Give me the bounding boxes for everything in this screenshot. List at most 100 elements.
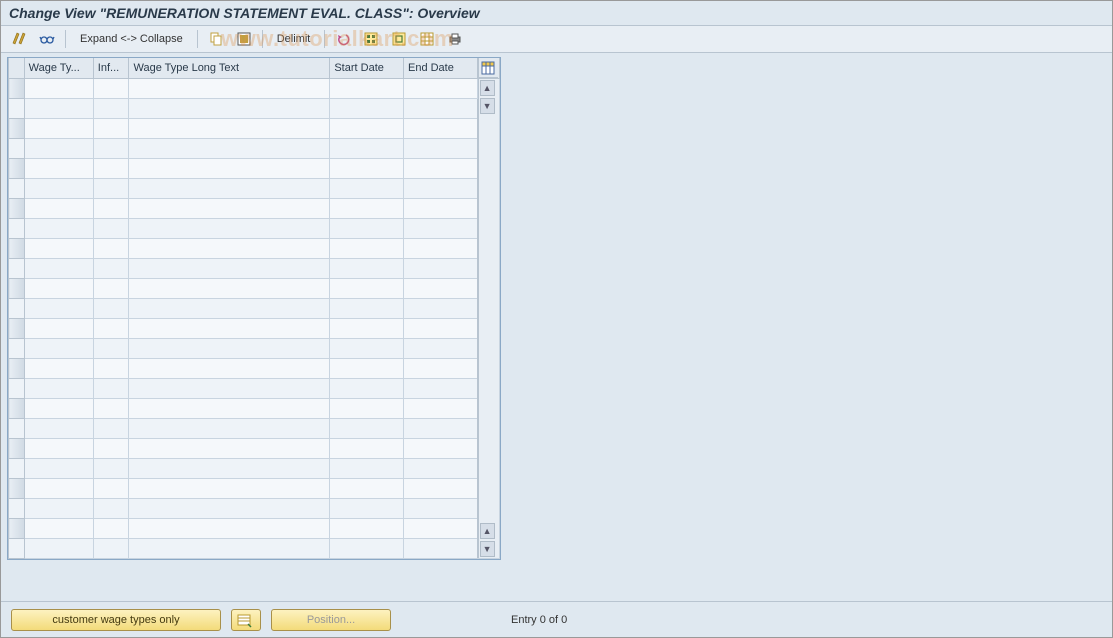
position-button[interactable]: Position... bbox=[271, 609, 391, 631]
cell[interactable] bbox=[24, 179, 93, 199]
column-config-button[interactable] bbox=[478, 58, 498, 78]
row-selector[interactable] bbox=[9, 499, 25, 519]
cell[interactable] bbox=[24, 299, 93, 319]
cell[interactable] bbox=[129, 359, 330, 379]
row-selector[interactable] bbox=[9, 299, 25, 319]
cell[interactable] bbox=[403, 439, 477, 459]
cell[interactable] bbox=[129, 139, 330, 159]
cell[interactable] bbox=[24, 539, 93, 559]
cell[interactable] bbox=[93, 539, 129, 559]
cell[interactable] bbox=[129, 459, 330, 479]
row-selector[interactable] bbox=[9, 399, 25, 419]
cell[interactable] bbox=[93, 159, 129, 179]
cell[interactable] bbox=[93, 119, 129, 139]
cell[interactable] bbox=[330, 179, 404, 199]
cell[interactable] bbox=[330, 199, 404, 219]
cell[interactable] bbox=[129, 259, 330, 279]
cell[interactable] bbox=[24, 319, 93, 339]
row-selector[interactable] bbox=[9, 419, 25, 439]
col-header-info[interactable]: Inf... bbox=[93, 58, 129, 79]
cell[interactable] bbox=[330, 539, 404, 559]
cell[interactable] bbox=[24, 459, 93, 479]
cell[interactable] bbox=[93, 499, 129, 519]
row-selector-header[interactable] bbox=[9, 58, 25, 79]
cell[interactable] bbox=[129, 439, 330, 459]
cell[interactable] bbox=[129, 99, 330, 119]
customer-wage-types-button[interactable]: customer wage types only bbox=[11, 609, 221, 631]
cell[interactable] bbox=[330, 99, 404, 119]
row-selector[interactable] bbox=[9, 379, 25, 399]
row-selector[interactable] bbox=[9, 539, 25, 559]
cell[interactable] bbox=[129, 299, 330, 319]
cell[interactable] bbox=[330, 139, 404, 159]
cell[interactable] bbox=[330, 499, 404, 519]
row-selector[interactable] bbox=[9, 439, 25, 459]
cell[interactable] bbox=[403, 339, 477, 359]
deselect-block-button[interactable] bbox=[387, 29, 411, 49]
select-block-button[interactable] bbox=[359, 29, 383, 49]
cell[interactable] bbox=[93, 219, 129, 239]
cell[interactable] bbox=[403, 279, 477, 299]
cell[interactable] bbox=[93, 259, 129, 279]
cell[interactable] bbox=[330, 479, 404, 499]
cell[interactable] bbox=[93, 459, 129, 479]
sort-button[interactable] bbox=[231, 609, 261, 631]
row-selector[interactable] bbox=[9, 79, 25, 99]
cell[interactable] bbox=[93, 379, 129, 399]
cell[interactable] bbox=[403, 119, 477, 139]
undo-button[interactable] bbox=[331, 29, 355, 49]
cell[interactable] bbox=[330, 79, 404, 99]
cell[interactable] bbox=[24, 359, 93, 379]
cell[interactable] bbox=[24, 439, 93, 459]
cell[interactable] bbox=[129, 519, 330, 539]
row-selector[interactable] bbox=[9, 99, 25, 119]
cell[interactable] bbox=[129, 179, 330, 199]
cell[interactable] bbox=[403, 239, 477, 259]
cell[interactable] bbox=[330, 379, 404, 399]
cell[interactable] bbox=[129, 479, 330, 499]
cell[interactable] bbox=[24, 199, 93, 219]
cell[interactable] bbox=[403, 259, 477, 279]
row-selector[interactable] bbox=[9, 259, 25, 279]
row-selector[interactable] bbox=[9, 239, 25, 259]
cell[interactable] bbox=[330, 419, 404, 439]
cell[interactable] bbox=[24, 139, 93, 159]
cell[interactable] bbox=[330, 319, 404, 339]
cell[interactable] bbox=[403, 199, 477, 219]
row-selector[interactable] bbox=[9, 139, 25, 159]
cell[interactable] bbox=[93, 139, 129, 159]
cell[interactable] bbox=[129, 219, 330, 239]
cell[interactable] bbox=[330, 119, 404, 139]
cell[interactable] bbox=[403, 79, 477, 99]
scroll-up-button[interactable]: ▲ bbox=[480, 80, 495, 96]
cell[interactable] bbox=[330, 359, 404, 379]
cell[interactable] bbox=[330, 159, 404, 179]
glasses-button[interactable] bbox=[35, 29, 59, 49]
print-button[interactable] bbox=[443, 29, 467, 49]
cell[interactable] bbox=[93, 319, 129, 339]
cell[interactable] bbox=[403, 299, 477, 319]
col-header-long-text[interactable]: Wage Type Long Text bbox=[129, 58, 330, 79]
scroll-down-step-button[interactable]: ▲ bbox=[480, 523, 495, 539]
cell[interactable] bbox=[24, 159, 93, 179]
cell[interactable] bbox=[403, 159, 477, 179]
cell[interactable] bbox=[403, 419, 477, 439]
cell[interactable] bbox=[24, 519, 93, 539]
vertical-scrollbar[interactable]: ▲ ▼ ▲ ▼ bbox=[478, 79, 496, 558]
row-selector[interactable] bbox=[9, 159, 25, 179]
cell[interactable] bbox=[93, 99, 129, 119]
cell[interactable] bbox=[330, 219, 404, 239]
row-selector[interactable] bbox=[9, 199, 25, 219]
cell[interactable] bbox=[93, 419, 129, 439]
cell[interactable] bbox=[24, 259, 93, 279]
cell[interactable] bbox=[403, 179, 477, 199]
cell[interactable] bbox=[129, 279, 330, 299]
edit-button[interactable] bbox=[7, 29, 31, 49]
cell[interactable] bbox=[129, 159, 330, 179]
row-selector[interactable] bbox=[9, 319, 25, 339]
cell[interactable] bbox=[24, 219, 93, 239]
cell[interactable] bbox=[129, 379, 330, 399]
cell[interactable] bbox=[330, 299, 404, 319]
col-header-start-date[interactable]: Start Date bbox=[330, 58, 404, 79]
cell[interactable] bbox=[403, 399, 477, 419]
